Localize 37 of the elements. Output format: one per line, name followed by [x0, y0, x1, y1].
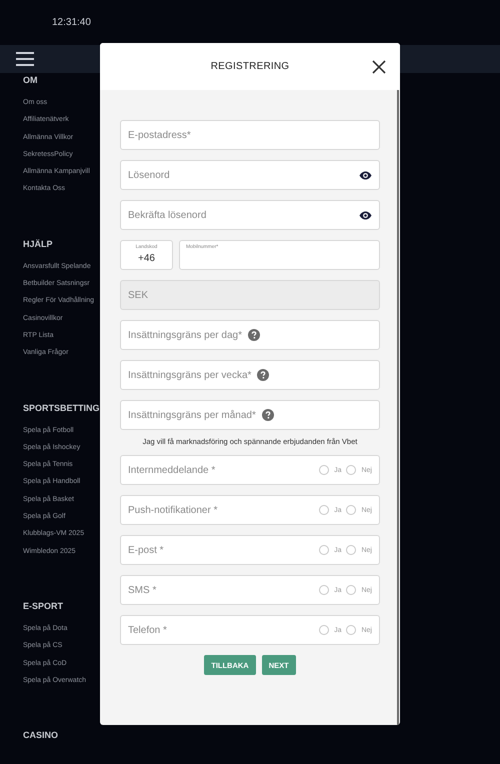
password-field[interactable]: Bekräfta lösenord: [120, 200, 380, 230]
menu-icon[interactable]: [16, 52, 34, 66]
deposit-limit-field[interactable]: Insättningsgräns per dag*: [128, 330, 242, 340]
password-field[interactable]: Lösenord: [120, 160, 380, 190]
help-icon[interactable]: [248, 329, 260, 341]
deposit-limit-field[interactable]: Insättningsgräns per vecka*: [128, 370, 252, 380]
consent-label: Telefon *: [128, 624, 167, 636]
deposit-limit-field[interactable]: Insättningsgräns per månad*: [128, 410, 256, 420]
dialog-title: REGISTRERING: [210, 61, 290, 72]
section-heading: E-SPORT: [23, 600, 64, 613]
consent-label: Push-notifikationer *: [128, 504, 218, 516]
radio-button[interactable]: [319, 625, 330, 635]
section-heading: CASINO: [23, 730, 58, 742]
eye-icon[interactable]: [359, 170, 372, 180]
consent-label: E-post *: [128, 544, 164, 556]
section-heading: SPORTSBETTING: [23, 402, 100, 415]
radio-button[interactable]: [346, 465, 356, 475]
close-icon[interactable]: [372, 60, 386, 74]
clock-time: 12:31:40: [52, 17, 91, 28]
currency-field: SEK: [120, 280, 380, 310]
help-icon[interactable]: [257, 369, 270, 381]
radio-button[interactable]: [346, 505, 356, 515]
help-icon[interactable]: [262, 409, 274, 421]
radio-button[interactable]: [319, 465, 330, 475]
radio-button[interactable]: [346, 625, 356, 635]
section-heading: OM: [23, 75, 38, 87]
radio-button[interactable]: [319, 585, 330, 595]
section-heading: HJÄLP: [23, 238, 53, 251]
scrollbar[interactable]: [397, 90, 399, 725]
consent-label: Internmeddelande *: [128, 464, 216, 476]
radio-button[interactable]: [319, 505, 330, 515]
eye-icon[interactable]: [359, 210, 372, 220]
radio-button[interactable]: [346, 585, 356, 595]
consent-label: SMS *: [128, 584, 156, 596]
radio-button[interactable]: [346, 545, 356, 555]
email-field[interactable]: E-postadress*: [120, 120, 380, 150]
radio-button[interactable]: [319, 545, 330, 555]
